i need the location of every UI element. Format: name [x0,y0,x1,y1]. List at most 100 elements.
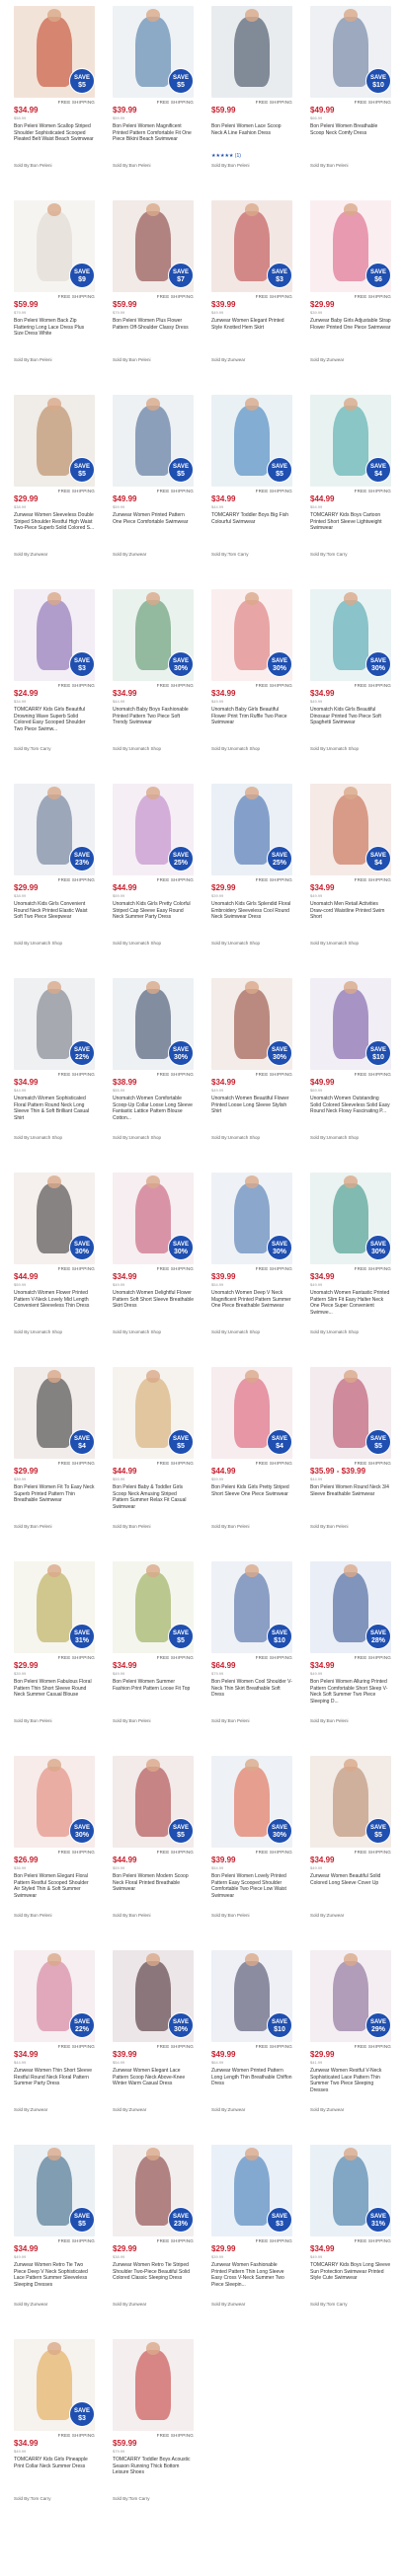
product-title[interactable]: Unomatch Women Sophisticated Floral Patt… [8,1093,101,1125]
seller-link[interactable]: Sold By:Bon Peleni [8,353,101,362]
product-image-wrap[interactable]: SAVE $5 [107,1561,200,1653]
product-card[interactable]: SAVE $5 FREE SHIPPING $44.99 $59.99 Bon P… [107,1367,200,1559]
seller-link[interactable]: Sold By:Bon Peleni [205,159,298,168]
product-card[interactable]: SAVE 30% FREE SHIPPING $34.99 $49.99 Unom… [205,589,298,782]
seller-link[interactable]: Sold By:Tom Carry [107,2492,200,2501]
product-title[interactable]: Zunwear Women Retro Tie Striped Shoulder… [107,2259,200,2292]
product-card[interactable]: SAVE 23% FREE SHIPPING $29.99 $38.99 Zunw… [107,2145,200,2337]
seller-link[interactable]: Sold By:Bon Peleni [8,159,101,168]
seller-link[interactable]: Sold By:Bon Peleni [205,1909,298,1918]
seller-link[interactable]: Sold By:Unomatch Shop [8,937,101,946]
seller-link[interactable]: Sold By:Bon Peleni [8,1714,101,1723]
seller-link[interactable]: Sold By:Zunwear [8,2103,101,2112]
product-card[interactable]: SAVE $3 FREE SHIPPING $39.99 $49.99 Zunwe… [205,200,298,393]
product-title[interactable]: Zunwear Women Thin Short Sleeve Restful … [8,2065,101,2097]
product-image-wrap[interactable]: SAVE 31% [304,2145,397,2236]
seller-link[interactable]: Sold By:Tom Carry [8,742,101,751]
product-title[interactable]: TOMCARRY Toddler Boys Acoustic Season Ru… [107,2454,200,2486]
seller-link[interactable]: Sold By:Bon Peleni [304,1714,397,1723]
product-image-wrap[interactable]: SAVE 30% [205,589,298,681]
product-card[interactable]: SAVE $5 FREE SHIPPING $34.99 $49.99 Zunwe… [304,1756,397,1948]
seller-link[interactable]: Sold By:Unomatch Shop [205,1326,298,1334]
product-card[interactable]: SAVE $5 FREE SHIPPING $34.99 $49.99 Bon P… [107,1561,200,1754]
seller-link[interactable]: Sold By:Zunwear [205,353,298,362]
product-card[interactable]: SAVE $10 FREE SHIPPING $49.99 $66.99 Bon … [304,6,397,198]
product-image-wrap[interactable]: SAVE 23% [8,784,101,875]
product-title[interactable]: Bon Peleni Women Lace Scoop Neck A Line … [205,120,298,153]
product-image-wrap[interactable]: SAVE 30% [304,1173,397,1264]
product-image-wrap[interactable]: SAVE $10 [205,1950,298,2042]
product-card[interactable]: SAVE 25% FREE SHIPPING $29.99 $39.99 Unom… [205,784,298,976]
product-image-wrap[interactable]: SAVE $10 [304,978,397,1070]
product-card[interactable]: SAVE 30% FREE SHIPPING $34.99 $49.99 Unom… [107,1173,200,1365]
product-image-wrap[interactable]: SAVE $3 [8,2339,101,2431]
product-image-wrap[interactable]: SAVE [107,2339,200,2431]
product-image-wrap[interactable]: SAVE $5 [107,1756,200,1848]
product-card[interactable]: SAVE $7 FREE SHIPPING $59.99 $79.99 Bon P… [107,200,200,393]
product-card[interactable]: SAVE 22% FREE SHIPPING $34.99 $44.99 Unom… [8,978,101,1171]
seller-link[interactable]: Sold By:Zunwear [205,2103,298,2112]
product-title[interactable]: Zunwear Women Beautiful Solid Colored Lo… [304,1870,397,1903]
product-title[interactable]: TOMCARRY Kids Boys Long Sleeve Sun Prote… [304,2259,397,2292]
product-title[interactable]: Unomatch Kids Girls Pretty Colorful Stri… [107,898,200,931]
seller-link[interactable]: Sold By:Unomatch Shop [304,937,397,946]
product-card[interactable]: SAVE 31% FREE SHIPPING $29.99 $39.99 Bon … [8,1561,101,1754]
product-title[interactable]: Bon Peleni Women Plus Flower Pattern Off… [107,315,200,347]
product-title[interactable]: Bon Peleni Women Lovely Printed Pattern … [205,1870,298,1903]
product-image-wrap[interactable]: SAVE $5 [8,395,101,487]
product-card[interactable]: SAVE 30% FREE SHIPPING $34.99 $44.99 Unom… [107,589,200,782]
product-image-wrap[interactable]: SAVE $5 [107,6,200,98]
product-card[interactable]: SAVE $3 FREE SHIPPING $24.99 $34.99 TOMCA… [8,589,101,782]
product-image-wrap[interactable]: SAVE $5 [304,1756,397,1848]
product-card[interactable]: SAVE 30% FREE SHIPPING $39.99 $54.99 Unom… [205,1173,298,1365]
seller-link[interactable]: Sold By:Zunwear [107,548,200,557]
product-card[interactable]: SAVE 23% FREE SHIPPING $29.99 $38.99 Unom… [8,784,101,976]
product-image-wrap[interactable]: SAVE $7 [107,200,200,292]
product-title[interactable]: Bon Peleni Women Fit To Easy Neck Superb… [8,1481,101,1514]
product-image-wrap[interactable]: SAVE 30% [8,1173,101,1264]
product-image-wrap[interactable]: SAVE 30% [304,589,397,681]
product-image-wrap[interactable]: SAVE $4 [205,1367,298,1459]
product-title[interactable]: Unomatch Women Outstanding Solid Colored… [304,1093,397,1125]
product-card[interactable]: SAVE $5 FREE SHIPPING $49.99 $59.99 Zunwe… [107,395,200,587]
seller-link[interactable]: Sold By:Unomatch Shop [304,1326,397,1334]
seller-link[interactable]: Sold By:Bon Peleni [107,1909,200,1918]
seller-link[interactable]: Sold By:Zunwear [205,2298,298,2307]
product-image-wrap[interactable]: SAVE $4 [304,395,397,487]
seller-link[interactable]: Sold By:Tom Carry [205,548,298,557]
seller-link[interactable]: Sold By:Bon Peleni [304,159,397,168]
product-title[interactable]: Zunwear Women Printed Pattern Long Lengt… [205,2065,298,2097]
product-image-wrap[interactable]: SAVE $5 [107,395,200,487]
product-image[interactable] [211,6,292,98]
product-title[interactable]: Unomatch Kids Girls Beautiful Dinosaur P… [304,704,397,736]
product-image-wrap[interactable]: SAVE 22% [8,978,101,1070]
product-card[interactable]: SAVE 25% FREE SHIPPING $44.99 $59.99 Unom… [107,784,200,976]
product-card[interactable]: SAVE 22% FREE SHIPPING $34.99 $44.99 Zunw… [8,1950,101,2143]
seller-link[interactable]: Sold By:Tom Carry [304,548,397,557]
seller-link[interactable]: Sold By:Unomatch Shop [304,1131,397,1140]
product-image-wrap[interactable]: SAVE $5 [8,6,101,98]
product-title[interactable]: Bon Peleni Women Summer Fashion Print Pa… [107,1676,200,1708]
product-card[interactable]: SAVE 30% FREE SHIPPING $26.99 $36.99 Bon … [8,1756,101,1948]
seller-link[interactable]: Sold By:Bon Peleni [205,1714,298,1723]
product-image-wrap[interactable]: SAVE 30% [205,1756,298,1848]
product-image-wrap[interactable]: SAVE $10 [304,6,397,98]
seller-link[interactable]: Sold By:Bon Peleni [107,1520,200,1529]
product-image-wrap[interactable]: SAVE $3 [205,200,298,292]
seller-link[interactable]: Sold By:Unomatch Shop [107,1326,200,1334]
product-title[interactable]: Zunwear Women Sleeveless Double Striped … [8,509,101,542]
seller-link[interactable]: Sold By:Unomatch Shop [107,937,200,946]
product-image-wrap[interactable]: SAVE 30% [107,1950,200,2042]
seller-link[interactable]: Sold By:Bon Peleni [8,1909,101,1918]
product-card[interactable]: SAVE 28% FREE SHIPPING $34.99 $49.99 Bon … [304,1561,397,1754]
product-image-wrap[interactable]: SAVE $5 [107,1367,200,1459]
product-title[interactable]: Unomatch Kids Girls Convenient Round Nec… [8,898,101,931]
seller-link[interactable]: Sold By:Unomatch Shop [8,1131,101,1140]
product-title[interactable]: TOMCARRY Kids Girls Beautiful Drowning W… [8,704,101,736]
seller-link[interactable]: Sold By:Bon Peleni [107,1714,200,1723]
product-image-wrap[interactable]: SAVE $3 [205,2145,298,2236]
seller-link[interactable]: Sold By:Unomatch Shop [304,742,397,751]
product-title[interactable]: Unomatch Women Fantastic Printed Pattern… [304,1287,397,1320]
product-title[interactable]: Bon Peleni Women Round Neck 3/4 Sleeve B… [304,1481,397,1514]
seller-link[interactable]: Sold By:Bon Peleni [8,1520,101,1529]
